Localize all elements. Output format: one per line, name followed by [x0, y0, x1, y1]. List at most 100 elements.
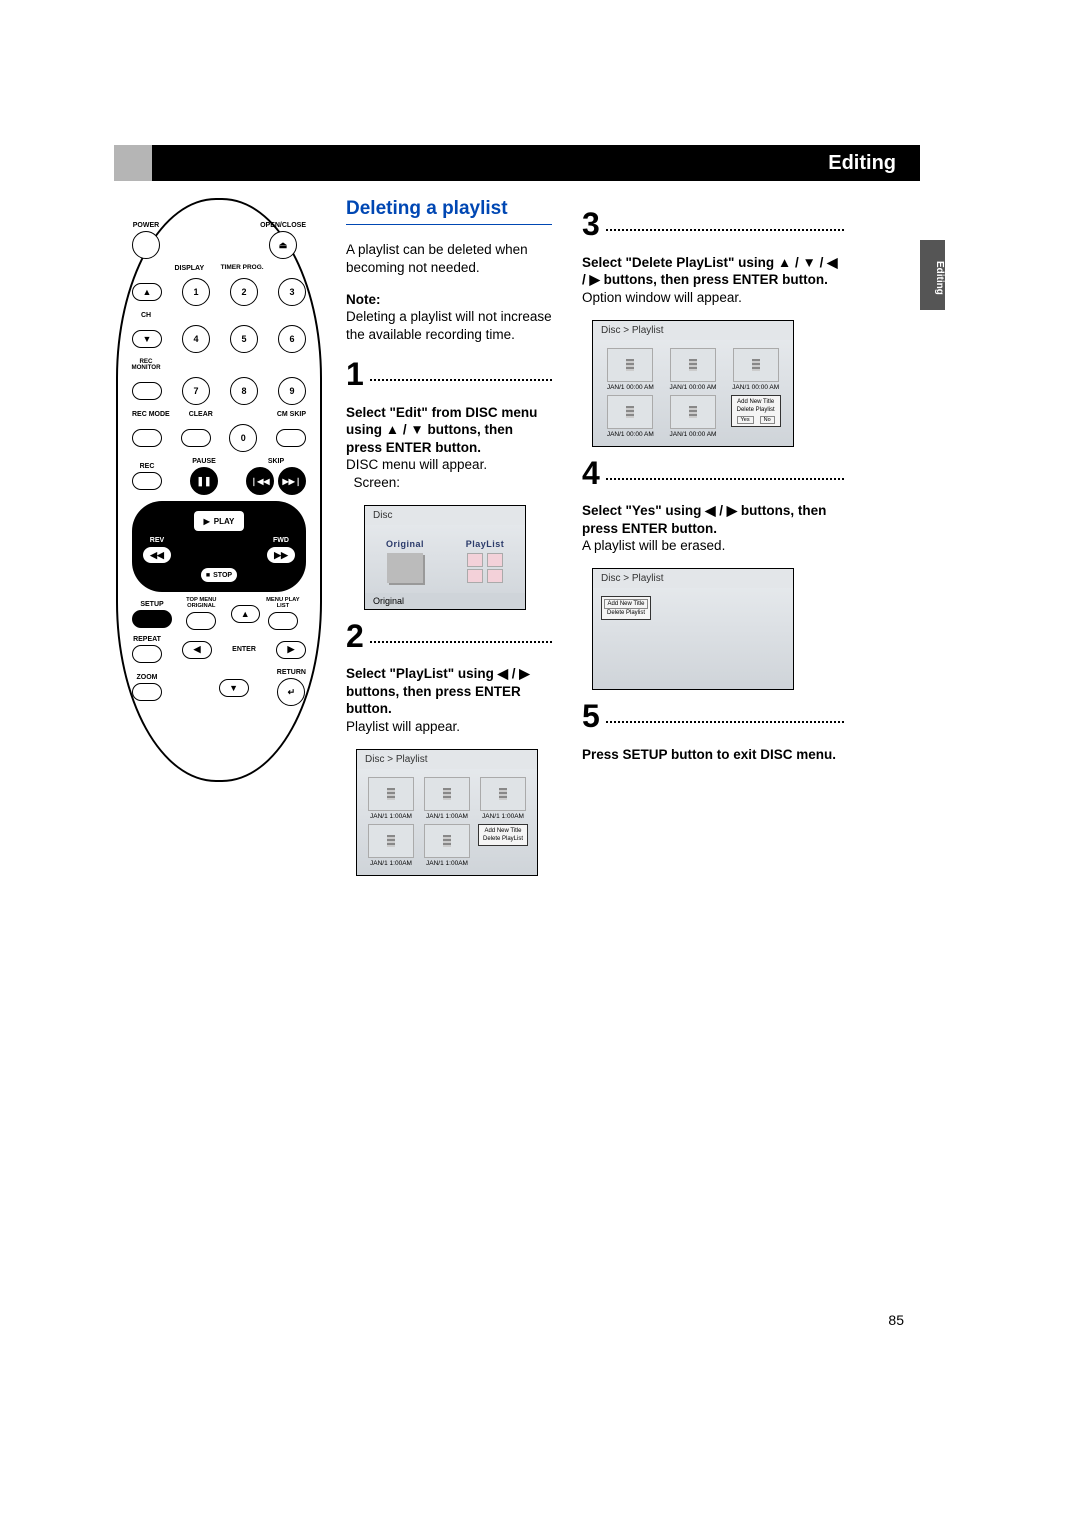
- digit-1-button: 1: [182, 278, 210, 306]
- step-5-number: 5: [582, 700, 600, 732]
- clear-button: [181, 429, 211, 447]
- openclose-label: OPEN/CLOSE: [260, 222, 306, 229]
- playlist2-breadcrumb: Disc > Playlist: [593, 321, 793, 340]
- repeat-button: [132, 645, 162, 663]
- cm-skip-label: CM SKIP: [277, 411, 306, 418]
- note-label: Note:: [346, 292, 381, 307]
- disc-breadcrumb: Disc: [365, 506, 525, 525]
- step-2-number: 2: [346, 620, 364, 652]
- thumb-cell: JAN/1 00:00 AM: [601, 348, 660, 391]
- digit-5-button: 5: [230, 325, 258, 353]
- step-4-text: Select "Yes" using ◀ / ▶ buttons, then p…: [582, 502, 844, 555]
- step-3-header: 3: [582, 208, 844, 240]
- playlist-screenshot-1: Disc > Playlist JAN/1 1:00AM JAN/1 1:00A…: [356, 749, 538, 876]
- original-icon: [387, 553, 423, 583]
- thumb-cell: JAN/1 00:00 AM: [601, 395, 660, 438]
- skip-next-button: ▶▶❘: [278, 467, 306, 495]
- ch-down-button: ▼: [132, 330, 162, 348]
- header-accent: [114, 145, 152, 181]
- skip-label: SKIP: [268, 458, 284, 465]
- timer-prog-label: TIMER PROG.: [221, 265, 264, 272]
- yes-option: Yes: [737, 416, 754, 424]
- page-number: 85: [888, 1312, 904, 1328]
- option-cell: Add New Title Delete PlayList: [477, 824, 529, 867]
- step-3-text: Select "Delete PlayList" using ▲ / ▼ / ◀…: [582, 254, 844, 307]
- step-5-text: Press SETUP button to exit DISC menu.: [582, 746, 844, 764]
- disc-menu-screenshot: Disc Original PlayList Original: [364, 505, 526, 610]
- return-button: ↵: [277, 678, 305, 706]
- step-4-dots: [606, 478, 844, 480]
- thumb-cell: JAN/1 00:00 AM: [726, 348, 785, 391]
- step-4-bold: Select "Yes" using ◀ / ▶ buttons, then p…: [582, 503, 826, 536]
- thumb-cell: JAN/1 1:00AM: [421, 777, 473, 820]
- step-1-bold: Select "Edit" from DISC menu using ▲ / ▼…: [346, 405, 537, 455]
- playlist-screenshot-2: Disc > Playlist JAN/1 00:00 AM JAN/1 00:…: [592, 320, 794, 447]
- rec-button: [132, 472, 162, 490]
- playlist-tile-label: PlayList: [455, 539, 515, 549]
- step-1-indent: Screen:: [354, 475, 401, 490]
- thumb-cell: JAN/1 00:00 AM: [664, 395, 723, 438]
- step-5-dots: [606, 721, 844, 723]
- rev-button: ◀◀: [142, 546, 172, 564]
- step-4-number: 4: [582, 457, 600, 489]
- nav-right-button: ▶: [276, 641, 306, 659]
- rec-mode-button: [132, 429, 162, 447]
- power-label: POWER: [133, 222, 159, 229]
- thumb-cell: JAN/1 1:00AM: [365, 777, 417, 820]
- play-button: ▶PLAY: [194, 511, 244, 531]
- column-2: 3 Select "Delete PlayList" using ▲ / ▼ /…: [582, 198, 844, 777]
- digit-8-button: 8: [230, 377, 258, 405]
- step-1-number: 1: [346, 358, 364, 390]
- display-label: DISPLAY: [174, 265, 204, 272]
- option-cell-confirm: Add New Title Delete Playlist YesNo: [726, 395, 785, 438]
- fwd-button: ▶▶: [266, 546, 296, 564]
- step-1-text: Select "Edit" from DISC menu using ▲ / ▼…: [346, 404, 552, 492]
- digit-0-button: 0: [229, 424, 257, 452]
- thumb-cell: JAN/1 00:00 AM: [664, 348, 723, 391]
- setup-button: [132, 610, 172, 628]
- step-3-dots: [606, 229, 844, 231]
- zoom-label: ZOOM: [137, 674, 158, 681]
- manual-page: Editing Editing POWER OPEN/CLOSE⏏ DISPLA…: [0, 0, 1080, 1528]
- menu-playlist-button: [268, 612, 298, 630]
- playlist1-breadcrumb: Disc > Playlist: [357, 750, 537, 769]
- title-rule: [346, 224, 552, 225]
- original-tile-label: Original: [375, 539, 435, 549]
- step-5-bold: Press SETUP button to exit DISC menu.: [582, 747, 836, 762]
- step-1-header: 1: [346, 358, 552, 390]
- disc-footer: Original: [365, 593, 525, 609]
- section-title: Deleting a playlist: [346, 198, 552, 220]
- step-3-number: 3: [582, 208, 600, 240]
- digit-7-button: 7: [182, 377, 210, 405]
- step-2-body: Playlist will appear.: [346, 719, 460, 734]
- clear-label: CLEAR: [189, 411, 213, 418]
- intro-text: A playlist can be deleted when becoming …: [346, 241, 552, 277]
- top-menu-button: [186, 612, 216, 630]
- step-3-bold: Select "Delete PlayList" using ▲ / ▼ / ◀…: [582, 255, 837, 288]
- skip-prev-button: ❘◀◀: [246, 467, 274, 495]
- nav-up-button: ▲: [231, 605, 260, 623]
- remote-control-diagram: POWER OPEN/CLOSE⏏ DISPLAY TIMER PROG. ▲ …: [116, 198, 322, 782]
- side-tab-editing: Editing: [920, 240, 945, 310]
- transport-group: ▶PLAY REV◀◀ FWD▶▶ ■STOP: [132, 501, 306, 592]
- header-title: Editing: [828, 152, 896, 174]
- repeat-label: REPEAT: [133, 636, 161, 643]
- digit-4-button: 4: [182, 325, 210, 353]
- digit-2-button: 2: [230, 278, 258, 306]
- step-2-header: 2: [346, 620, 552, 652]
- note-block: Note: Deleting a playlist will not incre…: [346, 291, 552, 344]
- power-button: [132, 231, 160, 259]
- cm-skip-button: [276, 429, 306, 447]
- rec-monitor-button: [132, 382, 162, 400]
- nav-down-button: ▼: [219, 679, 249, 697]
- thumb-cell: JAN/1 1:00AM: [477, 777, 529, 820]
- step-2-bold: Select "PlayList" using ◀ / ▶ buttons, t…: [346, 666, 530, 716]
- fwd-label: FWD: [273, 537, 289, 544]
- step-4-body: A playlist will be erased.: [582, 538, 725, 553]
- digit-3-button: 3: [278, 278, 306, 306]
- rec-mode-label: REC MODE: [132, 411, 170, 418]
- step-4-header: 4: [582, 457, 844, 489]
- step-2-dots: [370, 641, 552, 643]
- digit-6-button: 6: [278, 325, 306, 353]
- note-text: Deleting a playlist will not increase th…: [346, 309, 552, 342]
